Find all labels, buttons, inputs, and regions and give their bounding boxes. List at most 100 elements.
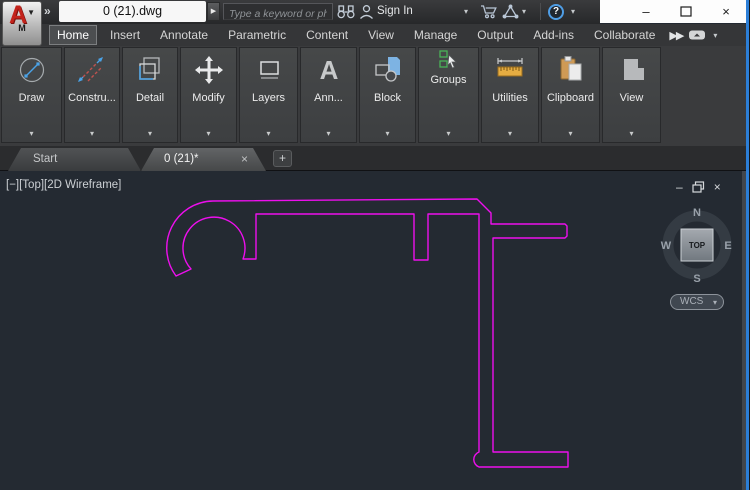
search-binoculars-icon[interactable] [337, 4, 355, 19]
panel-flyout-caret-icon[interactable]: ▾ [65, 127, 119, 142]
panel-label: Layers [251, 92, 286, 104]
panel-label: Utilities [492, 92, 528, 104]
groups-icon[interactable] [419, 48, 478, 74]
current-filename-box[interactable]: 0 (21).dwg [59, 1, 206, 22]
construction-icon[interactable] [65, 48, 119, 92]
user-icon[interactable] [359, 4, 374, 20]
a360-caret-icon[interactable]: ▾ [522, 7, 526, 16]
panel-label: Detail [135, 92, 165, 104]
ucs-selector[interactable]: WCS ▾ [670, 294, 724, 310]
help-caret-icon[interactable]: ▾ [571, 7, 575, 16]
ribbon: Draw ▾ Constru... ▾ Detail ▾ Modify ▾ La… [0, 46, 750, 146]
panel-flyout-caret-icon[interactable]: ▾ [482, 127, 538, 142]
window-minimize-button[interactable]: – [626, 0, 666, 23]
view-icon[interactable] [603, 48, 660, 92]
drawing-close-button[interactable]: × [714, 180, 721, 194]
viewport-style-control[interactable]: [2D Wireframe] [44, 179, 121, 191]
model-space-canvas[interactable] [0, 171, 742, 490]
panel-label: Block [374, 92, 401, 104]
drawing-minimize-button[interactable]: – [676, 180, 683, 194]
panel-draw: Draw ▾ [1, 47, 62, 143]
file-tab-document-label: 0 (21)* [164, 153, 199, 165]
viewcube-east[interactable]: E [724, 240, 731, 252]
ribbon-tab-addins[interactable]: Add-ins [526, 25, 581, 45]
ribbon-tab-parametric[interactable]: Parametric [221, 25, 293, 45]
panel-label: Ann... [314, 92, 343, 104]
window-maximize-button[interactable] [666, 0, 706, 23]
file-tab-start[interactable]: Start [8, 148, 141, 171]
panel-label: Clipboard [546, 92, 595, 104]
window-close-button[interactable]: × [706, 0, 746, 23]
file-tab-document[interactable]: 0 (21)* × [141, 148, 266, 171]
modify-move-icon[interactable] [181, 48, 236, 92]
panel-flyout-caret-icon[interactable]: ▾ [240, 127, 297, 142]
ribbon-tab-output[interactable]: Output [470, 25, 520, 45]
panel-label: Modify [192, 92, 225, 104]
ribbon-tab-collaborate[interactable]: Collaborate [587, 25, 662, 45]
panel-flyout-caret-icon[interactable]: ▾ [123, 127, 177, 142]
file-tab-bar: Start 0 (21)* × + [0, 146, 750, 171]
titlebar-separator [540, 3, 541, 20]
viewcube-west[interactable]: W [661, 240, 672, 252]
qat-overflow-chevron-icon[interactable]: » [44, 4, 51, 18]
ribbon-tab-content[interactable]: Content [299, 25, 355, 45]
panel-label: Draw [18, 92, 45, 104]
panel-annotation: A Ann... ▾ [300, 47, 357, 143]
panel-flyout-caret-icon[interactable]: ▾ [181, 127, 236, 142]
ribbon-tab-manage[interactable]: Manage [407, 25, 464, 45]
draw-icon[interactable] [2, 48, 61, 92]
ribbon-tab-view[interactable]: View [361, 25, 401, 45]
panel-flyout-caret-icon[interactable]: ▾ [301, 127, 356, 142]
panel-label: Constru... [68, 92, 116, 104]
viewport-controls: [−][Top][2D Wireframe] [6, 179, 121, 191]
ucs-caret-icon: ▾ [712, 298, 717, 307]
panel-modify: Modify ▾ [180, 47, 237, 143]
block-icon[interactable] [360, 48, 415, 92]
panel-flyout-caret-icon[interactable]: ▾ [542, 127, 599, 142]
panel-flyout-caret-icon[interactable]: ▾ [419, 127, 478, 142]
ribbon-tab-home[interactable]: Home [49, 25, 98, 45]
layers-icon[interactable] [240, 48, 297, 92]
panel-flyout-caret-icon[interactable]: ▾ [2, 127, 61, 142]
viewcube-top-label: TOP [689, 241, 706, 250]
panel-clipboard: Clipboard ▾ [541, 47, 600, 143]
window-controls: – × [600, 0, 746, 23]
viewcube-south[interactable]: S [693, 273, 700, 285]
ribbon-tabs-overflow-icon[interactable]: ▶▶ [669, 29, 684, 42]
search-input[interactable] [224, 6, 332, 22]
panel-detail: Detail ▾ [122, 47, 178, 143]
panel-groups: Groups ▾ [418, 47, 479, 143]
clipboard-icon[interactable] [542, 48, 599, 92]
viewport-view-control[interactable]: [Top] [19, 179, 44, 191]
autocad-window: A▼ M » 0 (21).dwg ▶ Sign In ▾ [0, 0, 750, 490]
a360-icon[interactable] [502, 4, 519, 19]
svg-text:A: A [319, 55, 338, 85]
detail-icon[interactable] [123, 48, 177, 92]
ribbon-minimize-toggle[interactable] [688, 29, 707, 41]
viewcube: N W E S TOP [661, 207, 732, 285]
drawing-restore-button[interactable] [692, 181, 705, 193]
ribbon-minimize-caret-icon[interactable]: ▾ [713, 31, 717, 40]
panel-label: Groups [430, 74, 467, 86]
ribbon-tab-bar: Home Insert Annotate Parametric Content … [0, 24, 750, 46]
annotation-icon[interactable]: A [301, 48, 356, 92]
panel-flyout-caret-icon[interactable]: ▾ [360, 127, 415, 142]
viewport-menu-control[interactable]: [−] [6, 179, 19, 191]
ribbon-tab-annotate[interactable]: Annotate [153, 25, 215, 45]
store-cart-icon[interactable] [480, 4, 498, 19]
help-search-box [223, 3, 333, 22]
utilities-measure-icon[interactable] [482, 48, 538, 92]
application-menu-button[interactable]: A▼ M [2, 1, 42, 46]
drawing-window-controls: – × [676, 180, 740, 194]
help-button[interactable]: ? [548, 4, 564, 20]
viewcube-north[interactable]: N [693, 207, 701, 219]
panel-view: View ▾ [602, 47, 661, 143]
sign-in-caret-icon[interactable]: ▾ [464, 7, 468, 16]
ribbon-tab-insert[interactable]: Insert [103, 25, 147, 45]
filename-expand-button[interactable]: ▶ [207, 2, 220, 21]
new-tab-button[interactable]: + [273, 150, 292, 167]
file-tab-close-icon[interactable]: × [241, 148, 248, 171]
app-menu-caret-icon: ▼ [27, 8, 35, 17]
sign-in-button[interactable]: Sign In [377, 5, 413, 17]
panel-flyout-caret-icon[interactable]: ▾ [603, 127, 660, 142]
